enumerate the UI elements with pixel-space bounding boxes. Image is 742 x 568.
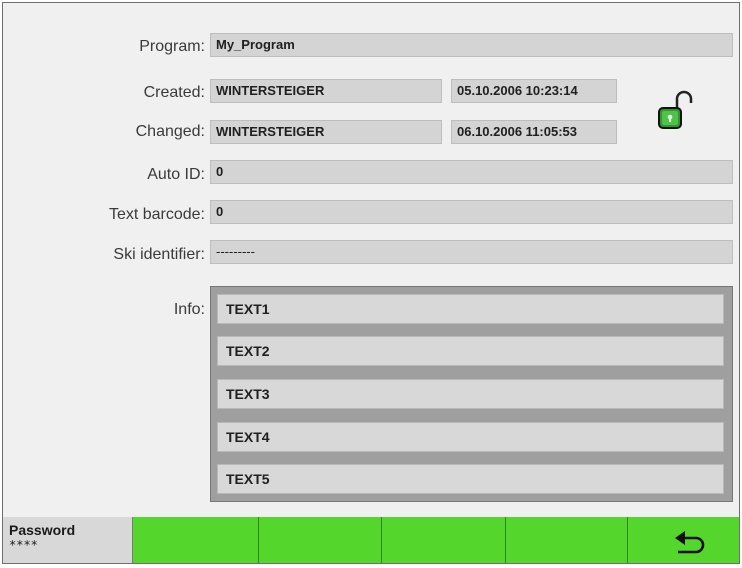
text-barcode-label: Text barcode:: [108, 206, 205, 223]
ski-identifier-field[interactable]: ---------: [210, 240, 733, 264]
info-label: Info:: [173, 301, 205, 318]
changed-timestamp-field: 06.10.2006 11:05:53: [451, 120, 617, 144]
unlocked-padlock-icon[interactable]: [655, 89, 695, 131]
softkey-2[interactable]: [133, 517, 258, 563]
text-barcode-field[interactable]: 0: [210, 200, 733, 224]
password-button[interactable]: Password ****: [3, 517, 133, 563]
changed-label: Changed:: [135, 123, 205, 140]
info-row-1[interactable]: TEXT1: [217, 294, 724, 324]
created-timestamp-field: 05.10.2006 10:23:14: [451, 79, 617, 103]
auto-id-label: Auto ID:: [147, 166, 205, 183]
info-row-2[interactable]: TEXT2: [217, 336, 724, 366]
program-label: Program:: [139, 38, 205, 55]
ski-identifier-label: Ski identifier:: [113, 246, 205, 263]
info-list: TEXT1 TEXT2 TEXT3 TEXT4 TEXT5: [210, 286, 733, 502]
info-row-5[interactable]: TEXT5: [217, 464, 724, 494]
auto-id-field[interactable]: 0: [210, 160, 733, 184]
program-info-screen: Program: My_Program Created: WINTERSTEIG…: [2, 2, 740, 564]
created-label: Created:: [143, 84, 205, 101]
softkey-4[interactable]: [381, 517, 505, 563]
softkey-3[interactable]: [258, 517, 381, 563]
back-button[interactable]: [627, 517, 739, 563]
password-button-label: Password: [9, 522, 76, 538]
softkey-bar: Password ****: [3, 517, 739, 563]
program-field[interactable]: My_Program: [210, 33, 733, 57]
created-user-field[interactable]: WINTERSTEIGER: [210, 79, 442, 103]
password-value: ****: [9, 538, 38, 552]
info-row-3[interactable]: TEXT3: [217, 379, 724, 409]
softkey-5[interactable]: [505, 517, 627, 563]
info-row-4[interactable]: TEXT4: [217, 422, 724, 452]
back-arrow-icon: [675, 531, 705, 554]
changed-user-field[interactable]: WINTERSTEIGER: [210, 120, 442, 144]
